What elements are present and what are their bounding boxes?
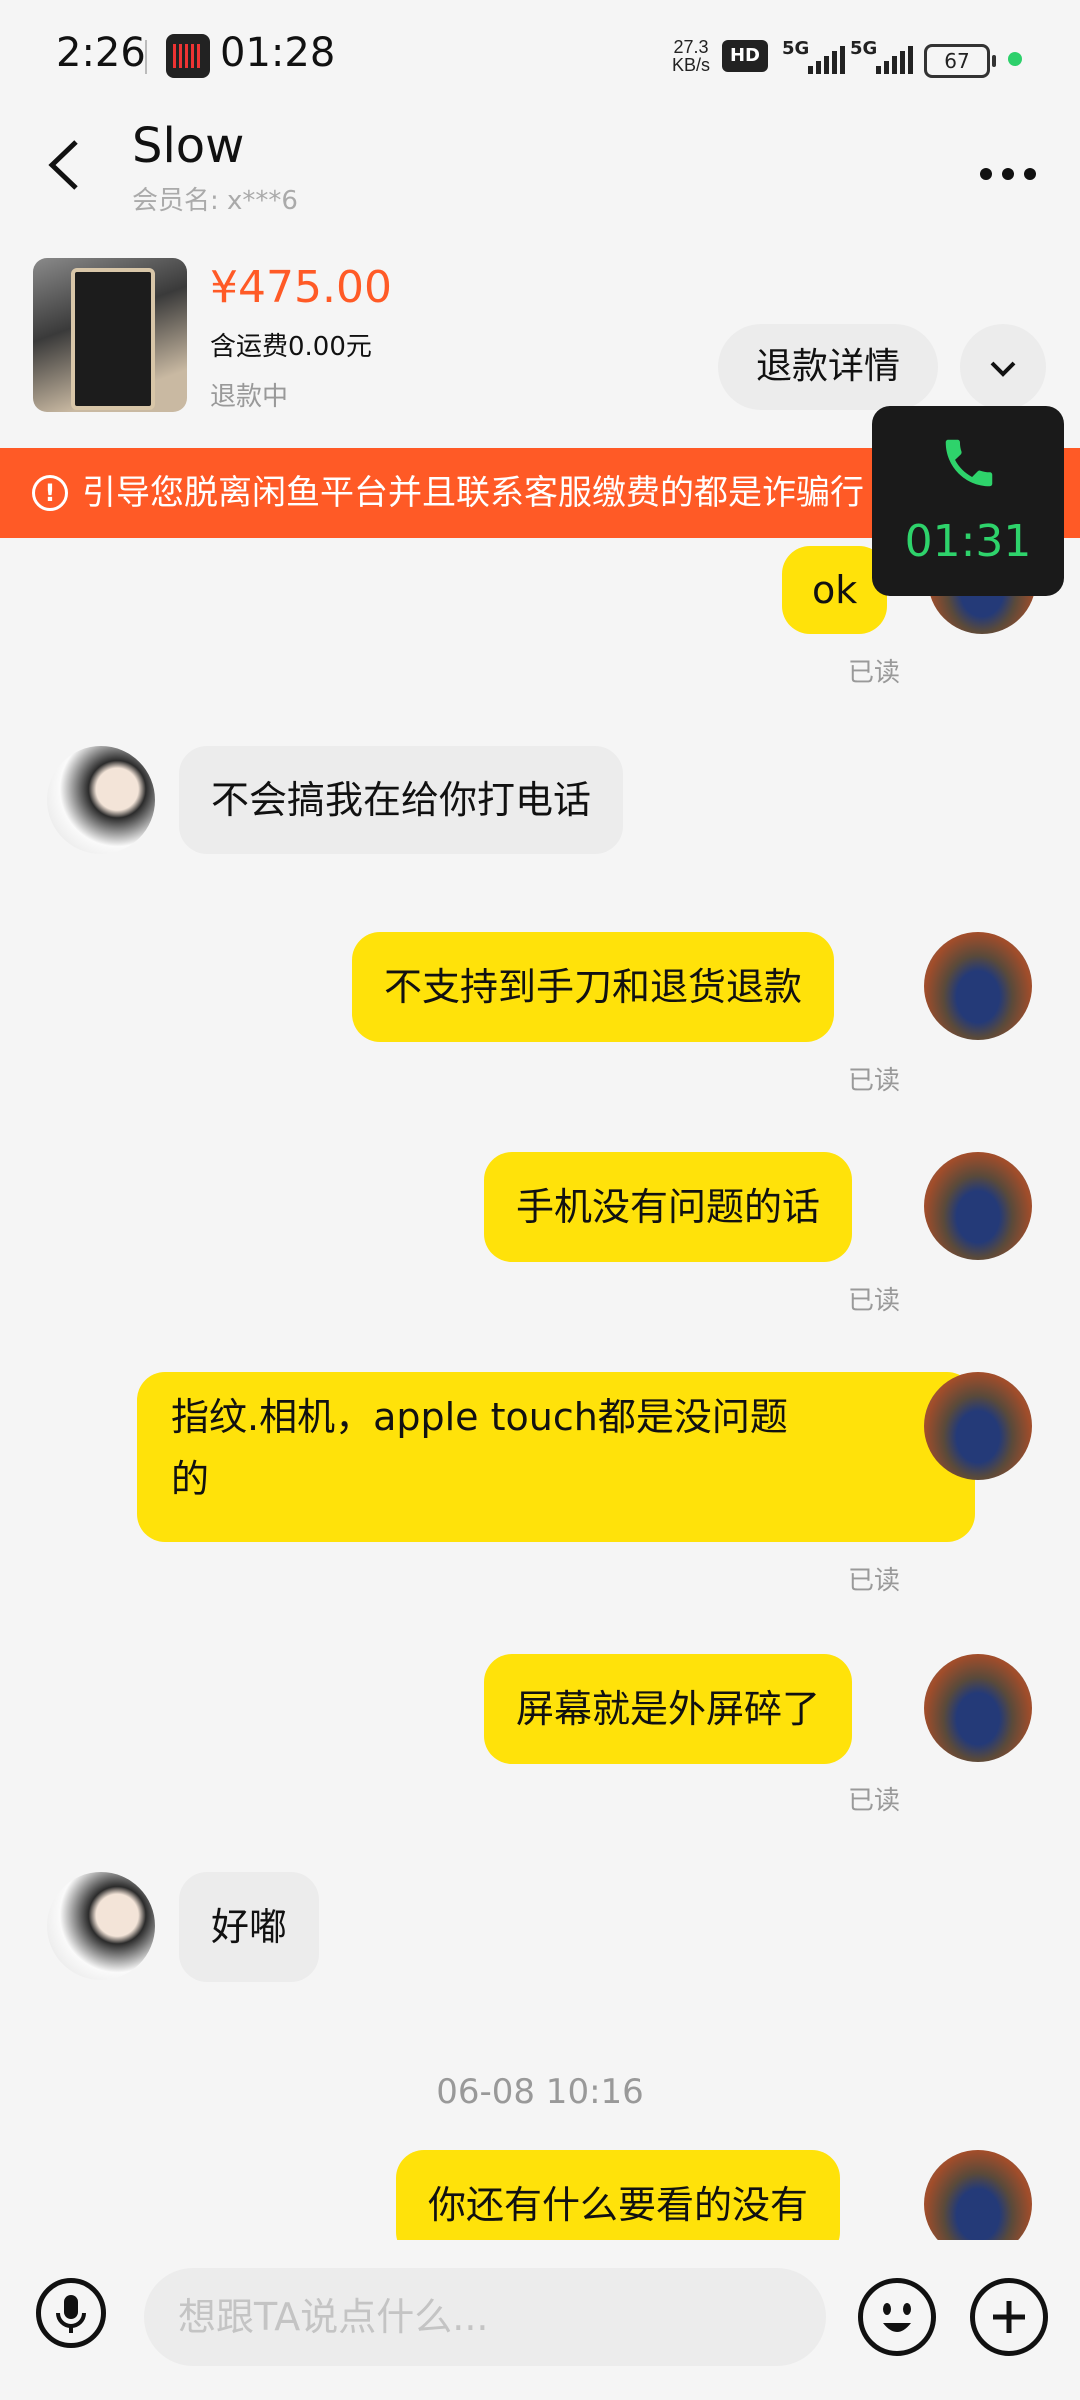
voice-recorder-icon (166, 34, 210, 78)
message-bubble-out[interactable]: 手机没有问题的话 (484, 1152, 853, 1262)
refund-details-button[interactable]: 退款详情 (718, 324, 938, 410)
phone-icon (945, 439, 993, 487)
net-speed: 27.3 KB/s (672, 38, 710, 74)
signal-bars-icon (804, 46, 845, 74)
refund-status: 退款中 (210, 382, 289, 412)
status-time: 2:26 (56, 30, 146, 76)
message-bubble-out[interactable]: 指纹.相机，apple touch都是没问题 的 (137, 1372, 975, 1542)
warning-text: 引导您脱离闲鱼平台并且联系客服缴费的都是诈骗行 (82, 473, 864, 513)
avatar[interactable] (924, 1654, 1032, 1762)
read-receipt: 已读 (848, 658, 901, 688)
shipping-info: 含运费0.00元 (210, 332, 372, 362)
avatar[interactable] (47, 746, 155, 854)
message-bubble-out[interactable]: 屏幕就是外屏碎了 (484, 1654, 853, 1764)
back-arrow-icon[interactable] (44, 138, 92, 192)
call-duration: 01:31 (904, 516, 1032, 567)
recording-time: 01:28 (220, 30, 336, 76)
status-divider (145, 40, 147, 74)
read-receipt: 已读 (848, 1786, 901, 1816)
avatar[interactable] (924, 932, 1032, 1040)
message-bubble-out[interactable]: 不支持到手刀和退货退款 (352, 932, 835, 1042)
avatar[interactable] (47, 1872, 155, 1980)
emoji-icon[interactable] (858, 2278, 936, 2356)
net-speed-unit: KB/s (672, 55, 711, 75)
message-line: 的 (171, 1457, 210, 1501)
member-label: 会员名: x***6 (132, 186, 298, 216)
chevron-down-icon[interactable] (960, 324, 1046, 410)
call-overlay[interactable]: 01:31 (872, 406, 1064, 596)
read-receipt: 已读 (848, 1566, 901, 1596)
privacy-dot-icon (1008, 52, 1022, 66)
net-speed-value: 27.3 (673, 37, 709, 57)
avatar[interactable] (924, 1372, 1032, 1480)
contact-name[interactable]: Slow (132, 118, 244, 174)
signal-bars-icon (872, 46, 913, 74)
microphone-icon[interactable] (36, 2278, 106, 2348)
chat-timestamp: 06-08 10:16 (436, 2072, 644, 2112)
message-bubble-in[interactable]: 不会搞我在给你打电话 (179, 746, 624, 854)
avatar[interactable] (924, 1152, 1032, 1260)
status-bar: 2:26 01:28 27.3 KB/s HD 5G 5G 67 (0, 0, 1080, 120)
message-line: 指纹.相机，apple touch都是没问题 (171, 1395, 788, 1439)
message-input[interactable]: 想跟TA说点什么... (144, 2268, 826, 2366)
read-receipt: 已读 (848, 1066, 901, 1096)
product-thumbnail[interactable] (33, 258, 187, 412)
read-receipt: 已读 (848, 1286, 901, 1316)
message-bubble-in[interactable]: 好嘟 (179, 1872, 320, 1982)
product-price: ¥475.00 (210, 262, 392, 313)
warning-icon: ! (32, 475, 68, 511)
add-icon[interactable] (970, 2278, 1048, 2356)
battery-icon: 67 (924, 44, 996, 78)
hd-icon: HD (722, 40, 768, 72)
more-options-icon[interactable] (978, 140, 1038, 196)
